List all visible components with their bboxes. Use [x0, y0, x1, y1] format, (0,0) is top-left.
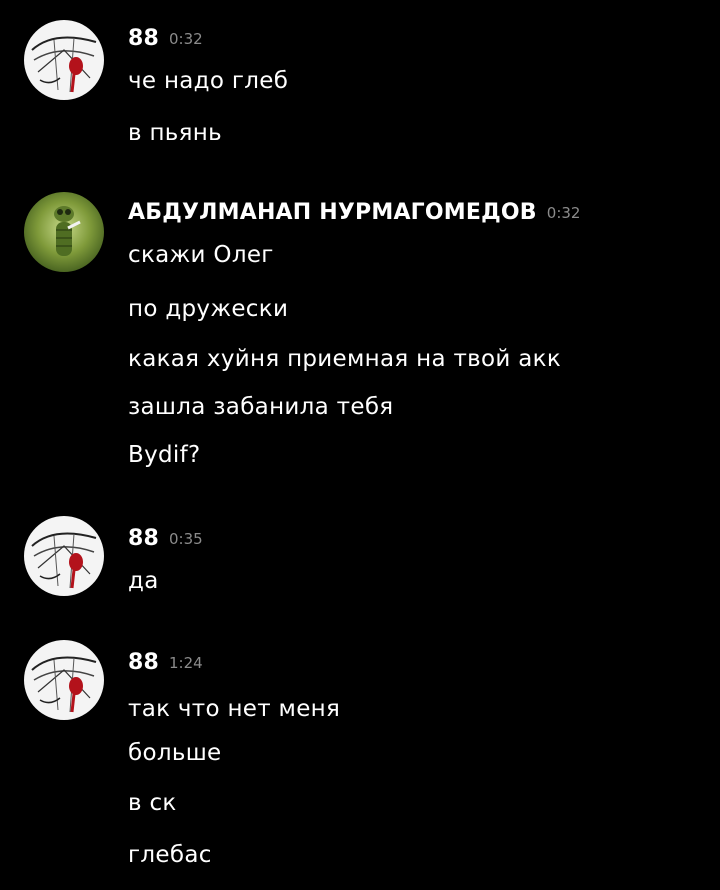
green-figure-avatar-icon[interactable] — [24, 192, 104, 272]
timestamp: 0:32 — [169, 30, 203, 48]
message-header: АБДУЛМАНАП НУРМАГОМЕДОВ 0:32 — [128, 196, 580, 230]
timestamp: 1:24 — [169, 654, 203, 672]
timestamp: 0:35 — [169, 530, 203, 548]
message-text: глебас — [128, 842, 212, 868]
message-group: 88 0:32 че надо глеб в пьянь — [0, 20, 720, 160]
sketch-face-avatar-icon[interactable] — [24, 20, 104, 100]
message-text: так что нет меня — [128, 696, 341, 722]
message-text: зашла забанила тебя — [128, 394, 394, 420]
message-text: скажи Олег — [128, 242, 274, 268]
message-group: АБДУЛМАНАП НУРМАГОМЕДОВ 0:32 скажи Олег п… — [0, 190, 720, 490]
author-name[interactable]: 88 — [128, 26, 159, 51]
message-group: 88 1:24 так что нет меня больше в ск глеб… — [0, 640, 720, 880]
message-text: в пьянь — [128, 120, 222, 146]
sketch-face-avatar-icon[interactable] — [24, 516, 104, 596]
message-text: какая хуйня приемная на твой акк — [128, 346, 562, 372]
chat-log: 88 0:32 че надо глеб в пьянь АБДУЛМАНАП … — [0, 0, 720, 890]
timestamp: 0:32 — [546, 204, 581, 222]
author-name[interactable]: 88 — [128, 650, 159, 675]
sketch-face-avatar-icon[interactable] — [24, 640, 104, 720]
message-text: да — [128, 568, 159, 594]
message-header: 88 0:32 — [128, 22, 203, 56]
author-name[interactable]: АБДУЛМАНАП НУРМАГОМЕДОВ — [128, 200, 537, 225]
message-group: 88 0:35 да — [0, 516, 720, 616]
message-text: че надо глеб — [128, 68, 289, 94]
message-text: по дружески — [128, 296, 289, 322]
message-header: 88 0:35 — [128, 522, 203, 556]
message-text: Bydif? — [128, 442, 201, 468]
message-text: в ск — [128, 790, 177, 816]
message-text: больше — [128, 740, 222, 766]
message-header: 88 1:24 — [128, 646, 203, 680]
author-name[interactable]: 88 — [128, 526, 159, 551]
